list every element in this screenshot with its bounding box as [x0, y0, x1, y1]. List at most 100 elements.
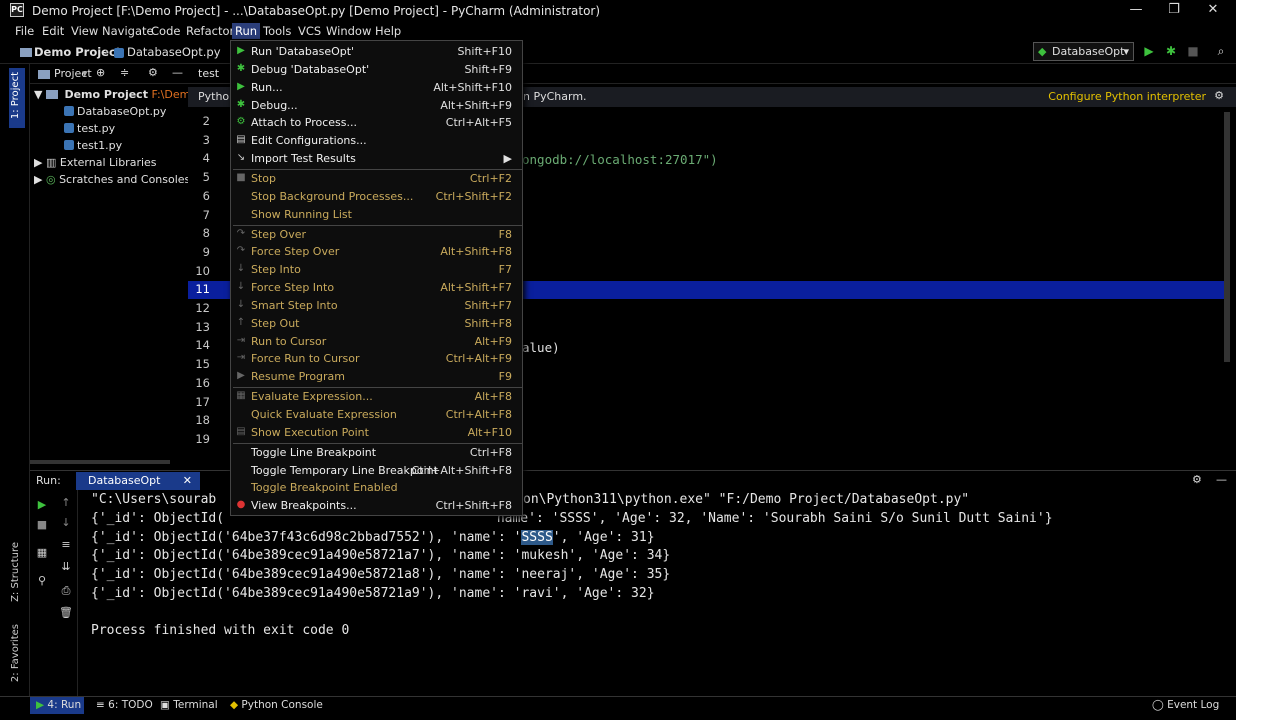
run-window-label: Run:: [36, 474, 61, 487]
menu-file[interactable]: File: [12, 23, 37, 39]
tab-favorites[interactable]: 2: Favorites: [10, 624, 21, 682]
bottom-tool-bar: ▶ 4: Run ≡ 6: TODO ▣ Terminal ◆ Python C…: [0, 696, 1236, 714]
chevron-down-icon[interactable]: ▾: [82, 67, 88, 80]
tree-file[interactable]: test.py: [64, 122, 115, 135]
run-menu-item[interactable]: ▦ Evaluate Expression... Alt+F8: [231, 388, 522, 406]
run-menu-item-label: Force Step Into: [251, 281, 335, 295]
restore-button[interactable]: ❐: [1159, 2, 1189, 18]
run-menu-item[interactable]: ↓ Step Into F7: [231, 261, 522, 279]
tab-project[interactable]: 1: Project: [10, 72, 21, 119]
run-menu-item[interactable]: ⇥ Run to Cursor Alt+F9: [231, 333, 522, 351]
run-menu-item-label: Resume Program: [251, 370, 346, 384]
config-icon: ▤: [236, 134, 246, 146]
run-menu-item[interactable]: ↷ Force Step Over Alt+Shift+F8: [231, 243, 522, 261]
stop-icon[interactable]: ■: [1185, 43, 1201, 59]
scroll-to-end-icon[interactable]: ⇊: [59, 560, 73, 574]
run-menu-item[interactable]: ▤ Edit Configurations...: [231, 132, 522, 150]
collapse-icon[interactable]: ≑: [120, 66, 129, 79]
run-menu-item[interactable]: Toggle Breakpoint Enabled: [231, 479, 522, 497]
editor-scrollbar[interactable]: [1224, 112, 1230, 362]
run-menu-item[interactable]: ▤ Show Execution Point Alt+F10: [231, 424, 522, 442]
tab-python-console[interactable]: ◆ Python Console: [230, 699, 323, 711]
run-menu-item[interactable]: ↓ Force Step Into Alt+Shift+F7: [231, 279, 522, 297]
configure-interpreter-link[interactable]: Configure Python interpreter: [1048, 90, 1206, 103]
minimize-button[interactable]: —: [1121, 2, 1151, 18]
menu-view[interactable]: View: [68, 23, 101, 39]
breadcrumb-file[interactable]: DatabaseOpt.py: [127, 45, 221, 59]
run-menu-item[interactable]: Toggle Temporary Line Breakpoint Ctrl+Alt…: [231, 462, 522, 480]
close-button[interactable]: ✕: [1198, 2, 1228, 18]
tree-scratches[interactable]: ▶ ◎ Scratches and Consoles: [34, 173, 190, 186]
tree-scratches-label: Scratches and Consoles: [59, 173, 191, 186]
tree-file[interactable]: DatabaseOpt.py: [64, 105, 166, 118]
run-menu-item[interactable]: ▶ Run 'DatabaseOpt' Shift+F10: [231, 43, 522, 61]
run-menu-item[interactable]: ↓ Smart Step Into Shift+F7: [231, 297, 522, 315]
run-menu-item[interactable]: ● View Breakpoints... Ctrl+Shift+F8: [231, 497, 522, 515]
run-icon[interactable]: ▶: [1141, 43, 1157, 59]
menu-window[interactable]: Window: [323, 23, 374, 39]
menu-code[interactable]: Code: [148, 23, 183, 39]
hide-icon[interactable]: —: [1216, 473, 1227, 486]
run-menu-item[interactable]: ⚙ Attach to Process... Ctrl+Alt+F5: [231, 114, 522, 132]
rerun-icon[interactable]: ▶: [35, 498, 49, 512]
menu-refactor[interactable]: Refactor: [183, 23, 237, 39]
run-menu-item-label: Force Step Over: [251, 245, 340, 259]
tree-file-label: test1.py: [77, 139, 123, 152]
down-arrow-icon[interactable]: ↓: [59, 516, 73, 530]
debug-icon[interactable]: ✱: [1163, 43, 1179, 59]
tab-terminal[interactable]: ▣ Terminal: [160, 699, 218, 711]
bug-icon: ✱: [236, 98, 246, 110]
gear-icon[interactable]: ⚙: [148, 66, 158, 79]
run-menu-item[interactable]: ■ Stop Ctrl+F2: [231, 170, 522, 188]
search-icon[interactable]: ⌕: [1213, 43, 1229, 59]
up-arrow-icon[interactable]: ↑: [59, 496, 73, 510]
tab-run[interactable]: ▶ 4: Run: [30, 697, 84, 714]
menu-help[interactable]: Help: [372, 23, 404, 39]
run-menu-item[interactable]: ▶ Resume Program F9: [231, 368, 522, 386]
expand-arrow-icon: ▶: [34, 173, 43, 186]
pin-icon[interactable]: ⚲: [35, 574, 49, 588]
menu-run[interactable]: Run: [232, 23, 261, 39]
run-menu-item[interactable]: ↷ Step Over F8: [231, 226, 522, 244]
run-menu-item[interactable]: ✱ Debug... Alt+Shift+F9: [231, 97, 522, 115]
trash-icon[interactable]: 🗑: [59, 606, 73, 620]
run-menu-item[interactable]: Show Running List: [231, 206, 522, 224]
run-console[interactable]: "C:\Users\sourab on\Python311\python.exe"…: [78, 490, 1236, 696]
tab-editor-file[interactable]: test: [198, 67, 219, 80]
tree-external-libraries[interactable]: ▶ ▥ External Libraries: [34, 156, 157, 169]
run-menu-item[interactable]: ⇥ Force Run to Cursor Ctrl+Alt+F9: [231, 350, 522, 368]
run-menu-item[interactable]: Quick Evaluate Expression Ctrl+Alt+F8: [231, 406, 522, 424]
run-menu-item[interactable]: Toggle Line Breakpoint Ctrl+F8: [231, 444, 522, 462]
run-menu-item[interactable]: ✱ Debug 'DatabaseOpt' Shift+F9: [231, 61, 522, 79]
menu-vcs[interactable]: VCS: [295, 23, 324, 39]
soft-wrap-icon[interactable]: ≡: [59, 538, 73, 552]
event-log-button[interactable]: ◯ Event Log: [1152, 699, 1219, 711]
run-menu-item[interactable]: ↘ Import Test Results ▶: [231, 150, 522, 168]
locate-icon[interactable]: ⊕: [96, 66, 105, 79]
run-menu-item-label: Show Running List: [251, 207, 352, 221]
console-line: {'_id': ObjectId('64be389cec91a490e58721…: [91, 586, 655, 601]
gear-icon[interactable]: ⚙: [1192, 473, 1202, 486]
tab-todo[interactable]: ≡ 6: TODO: [96, 699, 153, 711]
run-window-header: Run: DatabaseOpt ✕ ⚙ —: [30, 470, 1236, 490]
tree-file[interactable]: test1.py: [64, 139, 122, 152]
print-icon[interactable]: ⎙: [59, 584, 73, 598]
run-menu-item[interactable]: ▶ Run... Alt+Shift+F10: [231, 79, 522, 97]
hide-icon[interactable]: —: [172, 66, 183, 79]
run-menu-item-label: Import Test Results: [251, 152, 356, 166]
gear-icon[interactable]: ⚙: [1214, 89, 1224, 102]
run-menu-item[interactable]: Stop Background Processes... Ctrl+Shift+F…: [231, 188, 522, 206]
close-tab-icon[interactable]: ✕: [183, 474, 192, 487]
line-number: 19: [195, 431, 210, 446]
run-menu-item[interactable]: ↑ Step Out Shift+F8: [231, 315, 522, 333]
menu-edit[interactable]: Edit: [39, 23, 67, 39]
library-icon: ▥: [45, 156, 57, 169]
run-tab-databaseopt[interactable]: DatabaseOpt ✕: [76, 472, 200, 490]
layout-icon[interactable]: ▦: [35, 546, 49, 560]
horizontal-scrollbar[interactable]: [30, 460, 170, 464]
tab-structure[interactable]: Z: Structure: [10, 542, 21, 602]
stop-icon[interactable]: ■: [35, 518, 49, 532]
menu-tools[interactable]: Tools: [260, 23, 294, 39]
run-config-selector[interactable]: ◆ DatabaseOpt ▾: [1033, 42, 1134, 61]
code-fragment: ongodb://localhost:27017"): [522, 152, 718, 167]
